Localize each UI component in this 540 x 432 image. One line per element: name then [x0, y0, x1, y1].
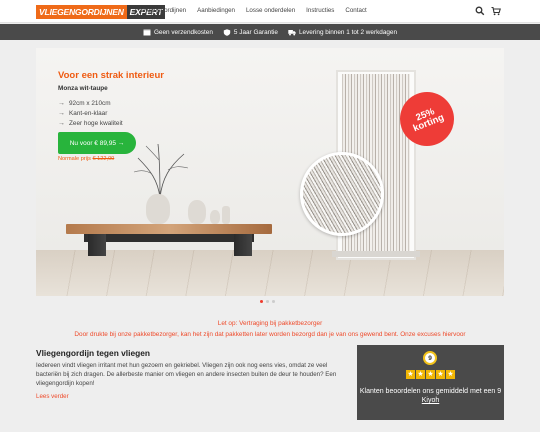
star-icon: ★ — [426, 370, 435, 379]
usp-bar: Geen verzendkosten 5 Jaar Garantie Lever… — [0, 24, 540, 40]
menu-item-instructies[interactable]: Instructies — [306, 7, 334, 14]
slider-dot-1[interactable] — [260, 300, 263, 303]
decor-table-leg-left — [88, 234, 106, 256]
star-icon: ★ — [446, 370, 455, 379]
curtain-detail-zoom — [300, 152, 384, 236]
slider-dot-3[interactable] — [272, 300, 275, 303]
slider-dot-2[interactable] — [266, 300, 269, 303]
kiyoh-review-widget[interactable]: 9 ★ ★ ★ ★ ★ Klanten beoordelen ons gemid… — [357, 345, 504, 420]
usp-delivery: Levering binnen 1 tot 2 werkdagen — [288, 29, 397, 36]
read-more-link[interactable]: Lees verder — [36, 393, 69, 400]
door-sill — [332, 251, 420, 257]
hero-feature-text: Kant-en-klaar — [69, 110, 108, 117]
hero-feature-quality: → Zeer hoge kwaliteit — [58, 120, 123, 127]
content-paragraph: Iedereen vindt vliegen irritant met hun … — [36, 362, 337, 387]
hero-feature-text: 92cm x 210cm — [69, 100, 111, 107]
decor-branch-image — [133, 143, 189, 199]
decor-vase-medium — [188, 200, 206, 224]
usp-warranty: 5 Jaar Garantie — [223, 29, 278, 36]
arrow-right-icon: → — [58, 110, 65, 117]
arrow-right-icon: → — [58, 120, 65, 127]
star-icon: ★ — [436, 370, 445, 379]
rating-stars: ★ ★ ★ ★ ★ — [357, 370, 504, 379]
content-title: Vliegengordijn tegen vliegen — [36, 348, 151, 358]
menu-item-aanbiedingen[interactable]: Aanbiedingen — [197, 7, 235, 14]
hero-slider[interactable]: Voor een strak interieur Monza wit-taupe… — [36, 48, 504, 296]
hero-feature-ready: → Kant-en-klaar — [58, 110, 107, 117]
cart-icon[interactable] — [491, 6, 501, 16]
normal-price: Normale prijs € 122,00 — [58, 156, 114, 162]
usp-shipping: Geen verzendkosten — [143, 29, 213, 36]
hero-floor-planks — [36, 250, 504, 296]
usp-shipping-text: Geen verzendkosten — [153, 28, 213, 36]
decor-table-top — [66, 224, 272, 234]
star-icon: ★ — [406, 370, 415, 379]
normal-price-value: € 122,00 — [92, 156, 115, 162]
truck-icon — [288, 29, 296, 35]
decor-table-leg-right — [234, 234, 252, 256]
hero-feature-text: Zeer hoge kwaliteit — [69, 120, 123, 127]
buy-now-button[interactable]: Nu voor € 89,95 → — [58, 132, 136, 154]
decor-table-body — [84, 234, 254, 242]
brand-logo-part1: VLIEGENGORDIJNEN — [36, 4, 127, 19]
delivery-notice-title: Let op: Vertraging bij pakketbezorger — [217, 320, 323, 327]
decor-vase-slim — [222, 206, 230, 224]
kiyoh-text-body: Klanten beoordelen ons gemiddeld met een… — [359, 388, 502, 395]
shield-icon — [223, 28, 231, 36]
hero-subtitle: Monza wit-taupe — [58, 85, 108, 92]
normal-price-label: Normale prijs — [58, 156, 91, 162]
menu-item-vliegengordijnen[interactable]: Vliegengordijnen — [140, 7, 186, 14]
main-menu: Vliegengordijnen Aanbiedingen Losse onde… — [140, 7, 378, 14]
kiyoh-score: 9 — [423, 351, 437, 365]
box-icon — [143, 29, 151, 35]
usp-warranty-text: 5 Jaar Garantie — [233, 28, 278, 36]
menu-item-losse-onderdelen[interactable]: Losse onderdelen — [246, 7, 295, 14]
kiyoh-text: Klanten beoordelen ons gemiddeld met een… — [357, 387, 504, 405]
arrow-right-icon: → — [58, 100, 65, 107]
decor-vase-large — [146, 194, 170, 224]
slider-dots — [260, 300, 275, 303]
hero-feature-size: → 92cm x 210cm — [58, 100, 111, 107]
hero-title: Voor een strak interieur — [58, 70, 164, 81]
menu-item-contact[interactable]: Contact — [345, 7, 366, 14]
search-icon[interactable] — [475, 6, 485, 16]
star-icon: ★ — [416, 370, 425, 379]
top-navbar: VLIEGENGORDIJNEN EXPERT Vliegengordijnen… — [0, 0, 540, 23]
delivery-notice-text: Door drukte bij onze pakketbezorger, kan… — [74, 331, 466, 338]
kiyoh-link[interactable]: Kiyoh — [422, 397, 440, 404]
decor-vase-small — [210, 210, 220, 224]
usp-delivery-text: Levering binnen 1 tot 2 werkdagen — [298, 28, 398, 36]
